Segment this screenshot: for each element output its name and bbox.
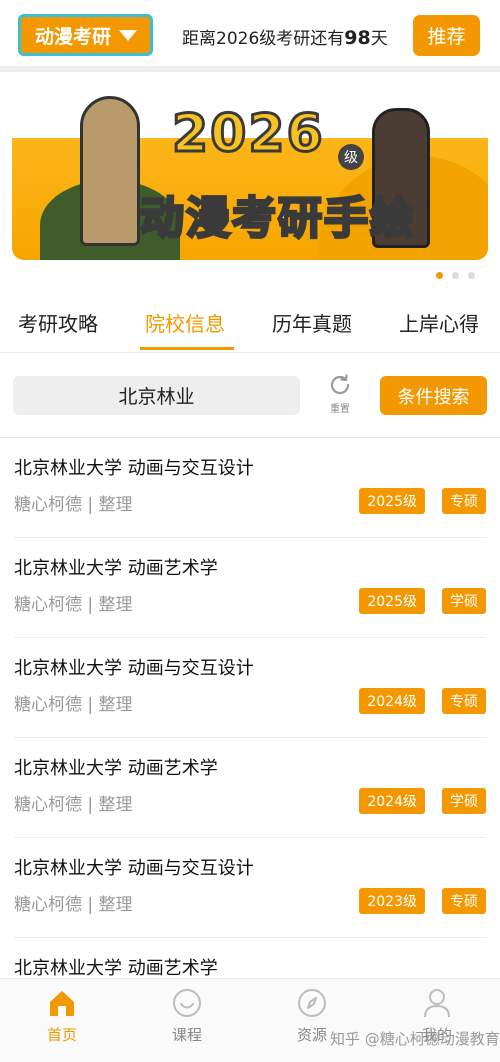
reset-label: 重置: [330, 404, 350, 415]
watermark: 知乎 @糖心柯德动漫教育: [330, 1030, 500, 1048]
year-tag: 2024级: [359, 688, 425, 714]
major-select-label: 动漫考研: [35, 25, 112, 48]
major-select-dropdown[interactable]: 动漫考研: [18, 14, 153, 56]
recommend-button[interactable]: 推荐: [413, 15, 480, 56]
chevron-down-icon: [119, 29, 138, 41]
pagination-dot-active: [436, 272, 443, 279]
home-icon: [50, 991, 74, 1016]
nav-home[interactable]: 首页: [22, 987, 102, 1045]
year-tag: 2025级: [359, 588, 425, 614]
banner-headline: 动漫考研手绘: [139, 192, 416, 246]
countdown-days: 98: [344, 27, 371, 49]
refresh-icon: [330, 374, 350, 395]
bottom-navigation: 首页 课程 资源 我的: [0, 978, 500, 1062]
pagination-dot: [468, 272, 475, 279]
banner-grade-badge: 级: [338, 144, 364, 170]
nav-courses-label: 课程: [171, 1026, 202, 1044]
item-title: 北京林业大学 动画艺术学: [14, 958, 218, 979]
tab-past-exams[interactable]: 历年真题: [272, 308, 352, 337]
school-list: 北京林业大学 动画与交互设计 糖心柯德 | 整理 2025级 专硕 北京林业大学 …: [0, 438, 500, 1038]
item-separator: |: [87, 895, 94, 915]
top-bar: 动漫考研 距离2026级考研还有98天 推荐: [0, 0, 500, 66]
item-meta: 糖心柯德 | 整理: [14, 890, 133, 915]
list-item[interactable]: 北京林业大学 动画艺术学 糖心柯德 | 整理 2025级 学硕: [14, 538, 486, 638]
category-tabs: 考研攻略 院校信息 历年真题 上岸心得: [0, 300, 500, 352]
degree-tag: 学硕: [442, 788, 486, 814]
compass-icon: [298, 989, 326, 1017]
item-title: 北京林业大学 动画与交互设计: [14, 458, 254, 479]
item-title: 北京林业大学 动画与交互设计: [14, 658, 254, 679]
list-item[interactable]: 北京林业大学 动画与交互设计 糖心柯德 | 整理 2025级 专硕: [14, 438, 486, 538]
tab-experience[interactable]: 上岸心得: [399, 308, 479, 337]
degree-tag: 学硕: [442, 588, 486, 614]
countdown-prefix: 距离2026级考研还有: [182, 29, 345, 49]
item-meta: 糖心柯德 | 整理: [14, 790, 133, 815]
item-action: 整理: [98, 795, 133, 815]
reset-button[interactable]: 重置: [318, 372, 362, 420]
item-title: 北京林业大学 动画艺术学: [14, 758, 218, 779]
banner-year: 2026: [171, 103, 325, 166]
item-author: 糖心柯德: [14, 795, 82, 815]
item-author: 糖心柯德: [14, 695, 82, 715]
item-meta: 糖心柯德 | 整理: [14, 490, 133, 515]
promo-banner[interactable]: 2026 级 动漫考研手绘: [12, 86, 488, 260]
search-input[interactable]: 北京林业: [13, 376, 300, 415]
item-action: 整理: [98, 695, 133, 715]
nav-courses[interactable]: 课程: [147, 987, 227, 1045]
degree-tag: 专硕: [442, 488, 486, 514]
nav-resources-label: 资源: [296, 1026, 327, 1044]
item-action: 整理: [98, 495, 133, 515]
tab-strategy[interactable]: 考研攻略: [18, 308, 98, 337]
item-title: 北京林业大学 动画艺术学: [14, 558, 218, 579]
banner-character-left: [80, 96, 140, 246]
exam-countdown: 距离2026级考研还有98天: [182, 24, 388, 49]
degree-tag: 专硕: [442, 888, 486, 914]
year-tag: 2023级: [359, 888, 425, 914]
smile-icon: [173, 989, 201, 1017]
person-icon: [424, 989, 450, 1018]
degree-tag: 专硕: [442, 688, 486, 714]
item-separator: |: [87, 695, 94, 715]
banner-pagination: [436, 272, 475, 279]
filter-search-button[interactable]: 条件搜索: [380, 376, 487, 415]
item-meta: 糖心柯德 | 整理: [14, 590, 133, 615]
pagination-dot: [452, 272, 459, 279]
list-item[interactable]: 北京林业大学 动画艺术学 糖心柯德 | 整理 2024级 学硕: [14, 738, 486, 838]
item-author: 糖心柯德: [14, 895, 82, 915]
year-tag: 2024级: [359, 788, 425, 814]
year-tag: 2025级: [359, 488, 425, 514]
list-item[interactable]: 北京林业大学 动画与交互设计 糖心柯德 | 整理 2024级 专硕: [14, 638, 486, 738]
divider: [0, 352, 500, 353]
divider: [0, 66, 500, 72]
nav-home-label: 首页: [46, 1026, 77, 1044]
item-separator: |: [87, 595, 94, 615]
item-action: 整理: [98, 895, 133, 915]
countdown-suffix: 天: [370, 29, 388, 49]
item-author: 糖心柯德: [14, 495, 82, 515]
item-separator: |: [87, 495, 94, 515]
item-meta: 糖心柯德 | 整理: [14, 690, 133, 715]
item-title: 北京林业大学 动画与交互设计: [14, 858, 254, 879]
item-action: 整理: [98, 595, 133, 615]
item-separator: |: [87, 795, 94, 815]
list-item[interactable]: 北京林业大学 动画与交互设计 糖心柯德 | 整理 2023级 专硕: [14, 838, 486, 938]
active-tab-indicator: [140, 347, 234, 350]
item-author: 糖心柯德: [14, 595, 82, 615]
tab-school-info[interactable]: 院校信息: [145, 308, 225, 337]
